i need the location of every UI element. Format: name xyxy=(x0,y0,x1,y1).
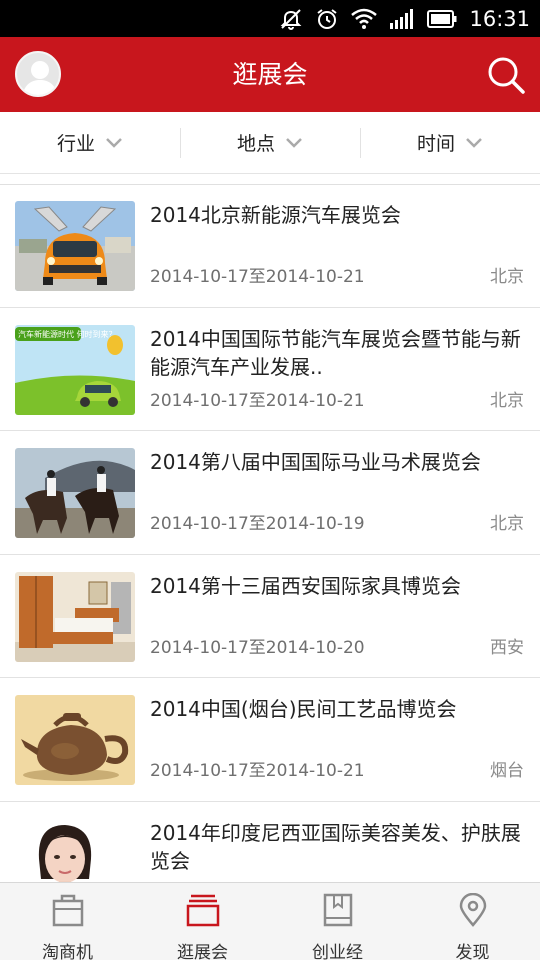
green-car-poster-image: 汽车新能源时代 何时到来？ xyxy=(15,324,135,415)
book-icon xyxy=(323,893,352,927)
expo-date: 2014-10-17至2014-10-20 xyxy=(150,637,365,658)
poster-headline: 汽车新能源时代 何时到来？ xyxy=(18,329,117,339)
location-pin-icon xyxy=(459,893,486,927)
tab-label: 逛展会 xyxy=(177,943,228,960)
horse-riders-image xyxy=(15,448,135,538)
list-item[interactable]: 2014北京新能源汽车展览会 2014-10-17至2014-10-21 北京 xyxy=(0,184,540,308)
expo-title: 2014中国国际节能汽车展览会暨节能与新能源汽车产业发展.. xyxy=(150,326,521,379)
filter-label: 时间 xyxy=(416,133,455,155)
clay-teapot-image xyxy=(15,695,135,785)
bedroom-furniture-image xyxy=(15,571,135,662)
filter-location[interactable]: 地点 xyxy=(180,112,360,173)
expo-date: 2014-10-17至2014-10-19 xyxy=(150,514,365,534)
battery-icon xyxy=(427,9,457,28)
wifi-icon xyxy=(351,8,378,29)
expo-title: 2014中国(烟台)民间工艺品博览会 xyxy=(150,697,457,721)
status-time: 16:31 xyxy=(469,6,530,31)
expo-city: 北京 xyxy=(490,390,524,411)
chevron-down-icon xyxy=(466,137,482,148)
bottom-tab-bar: 淘商机 逛展会 创业经 发现 xyxy=(0,882,540,960)
tab-opportunities[interactable]: 淘商机 xyxy=(0,883,135,960)
expo-title: 2014第八届中国国际马业马术展览会 xyxy=(150,450,481,474)
expo-date: 2014-10-17至2014-10-21 xyxy=(150,390,365,411)
expo-thumbnail: 汽车新能源时代 何时到来？ xyxy=(15,324,135,415)
tab-label: 发现 xyxy=(455,943,490,960)
expo-title: 2014第十三届西安国际家具博览会 xyxy=(150,573,461,598)
search-icon xyxy=(488,57,525,94)
mute-icon xyxy=(281,8,302,30)
filter-bar: 行业 地点 时间 xyxy=(0,112,540,174)
expo-date: 2014-10-17至2014-10-21 xyxy=(150,761,365,781)
expo-list: 2014北京新能源汽车展览会 2014-10-17至2014-10-21 北京 … xyxy=(0,184,540,925)
tab-startup-guide[interactable]: 创业经 xyxy=(270,883,405,960)
search-button[interactable] xyxy=(486,55,526,95)
tab-label: 淘商机 xyxy=(42,943,93,960)
list-item[interactable]: 2014第八届中国国际马业马术展览会 2014-10-17至2014-10-19… xyxy=(0,431,540,555)
list-item[interactable]: 汽车新能源时代 何时到来？ 2014中国国际节能汽车展览会暨节能与新能源汽车产业… xyxy=(0,308,540,431)
briefcase-icon xyxy=(52,894,83,927)
expo-title: 2014北京新能源汽车展览会 xyxy=(150,203,401,227)
signal-icon xyxy=(390,8,414,29)
expo-title: 2014年印度尼西亚国际美容美发、护肤展览会 xyxy=(150,820,521,873)
expo-date: 2014-10-17至2014-10-21 xyxy=(150,267,365,287)
chevron-down-icon xyxy=(286,137,302,148)
expo-thumbnail xyxy=(15,571,135,662)
tab-discover[interactable]: 发现 xyxy=(405,883,540,960)
page-title: 逛展会 xyxy=(232,60,308,89)
list-item[interactable]: 2014中国(烟台)民间工艺品博览会 2014-10-17至2014-10-21… xyxy=(0,678,540,802)
app-bar: 逛展会 xyxy=(0,37,540,112)
electric-car-image xyxy=(15,201,135,291)
alarm-icon xyxy=(317,8,338,29)
filter-time[interactable]: 时间 xyxy=(360,112,540,173)
expo-city: 西安 xyxy=(490,637,524,658)
expo-thumbnail xyxy=(15,201,135,291)
filter-industry[interactable]: 行业 xyxy=(0,112,180,173)
expo-thumbnail xyxy=(15,695,135,785)
tab-label: 创业经 xyxy=(312,943,363,960)
status-bar: 16:31 xyxy=(0,0,540,37)
expo-city: 北京 xyxy=(490,267,524,287)
chevron-down-icon xyxy=(106,137,122,148)
expo-city: 烟台 xyxy=(490,761,524,781)
filter-label: 地点 xyxy=(236,133,275,155)
expo-city: 北京 xyxy=(490,514,524,534)
tab-expos[interactable]: 逛展会 xyxy=(135,883,270,960)
avatar[interactable] xyxy=(15,51,61,97)
expo-icon xyxy=(186,894,219,927)
list-item[interactable]: 2014第十三届西安国际家具博览会 2014-10-17至2014-10-20 … xyxy=(0,555,540,678)
expo-thumbnail xyxy=(15,448,135,538)
filter-label: 行业 xyxy=(56,133,95,155)
